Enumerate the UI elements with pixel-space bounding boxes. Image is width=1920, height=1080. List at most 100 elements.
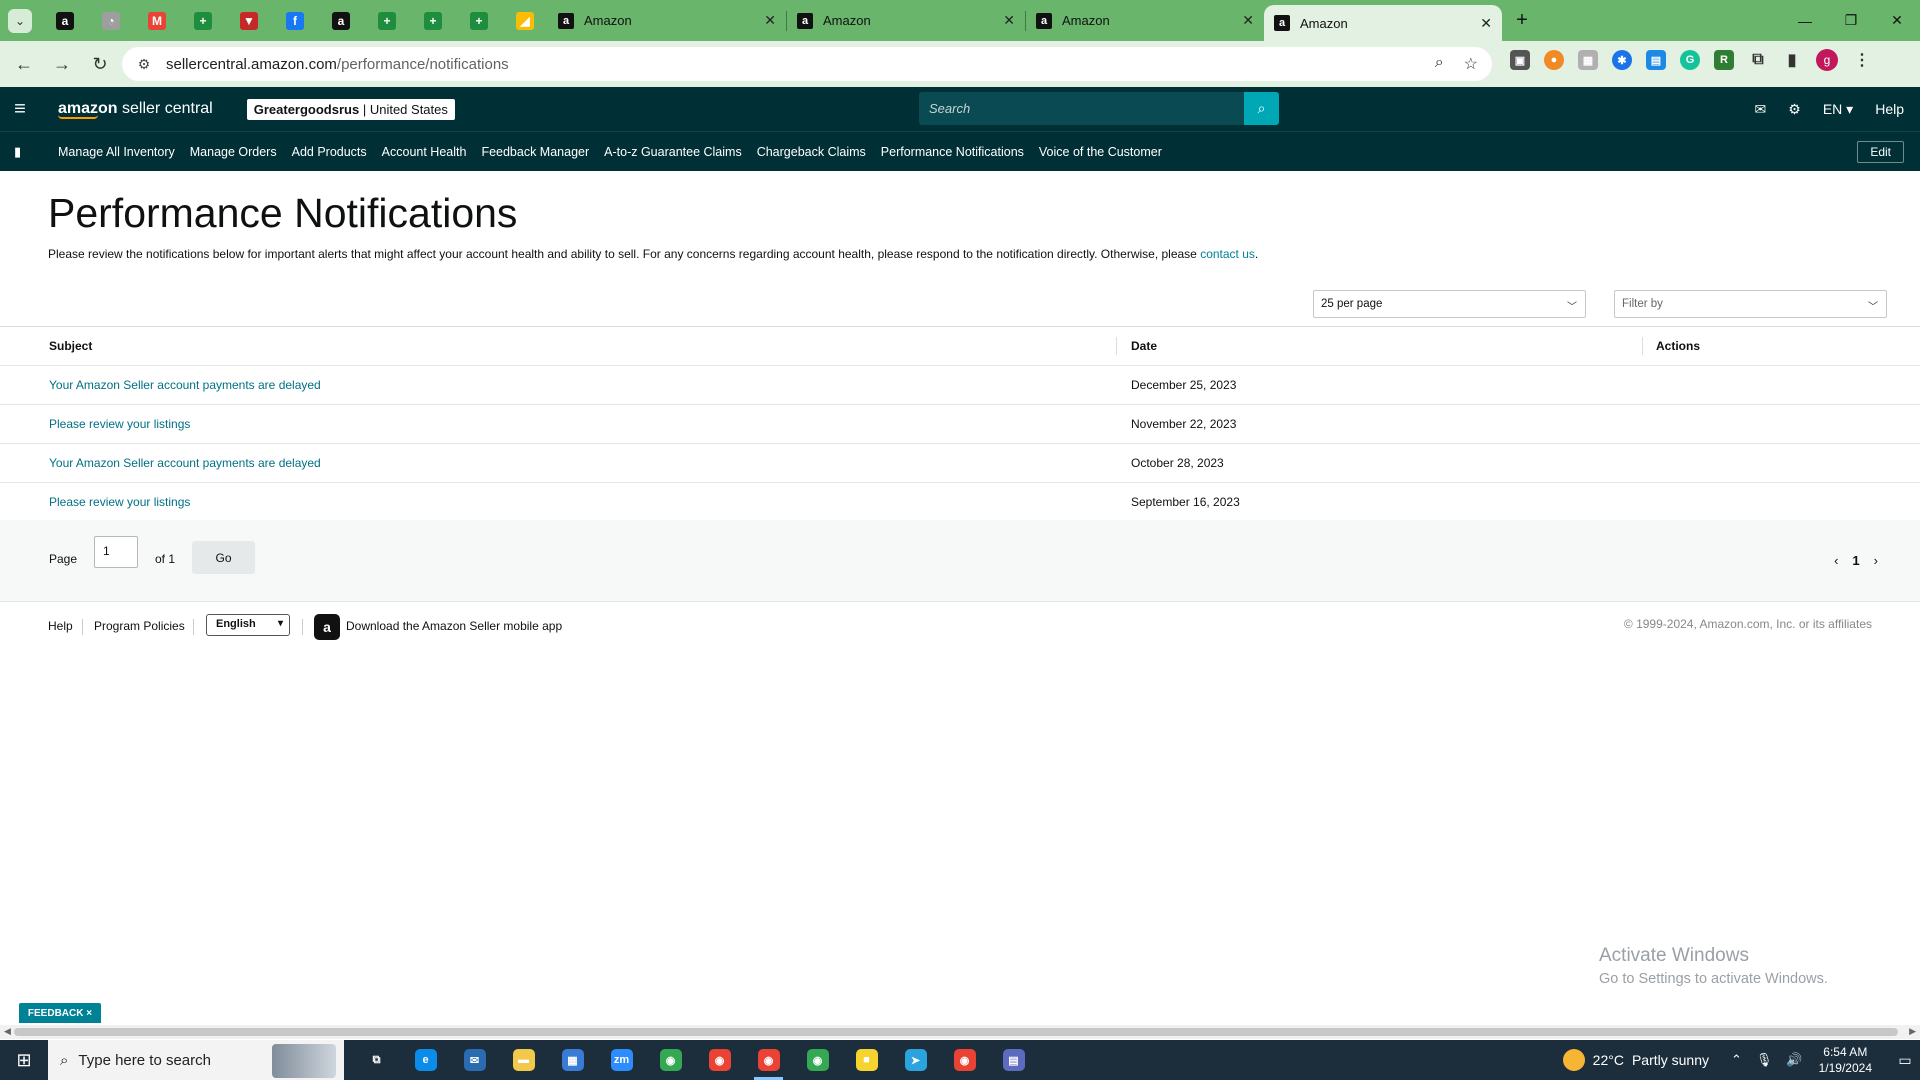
close-tab-icon[interactable]: ✕ <box>1242 12 1254 29</box>
taskbar-app[interactable]: ▤ <box>989 1040 1038 1080</box>
seller-search-input[interactable]: Search <box>919 92 1244 125</box>
scrollbar-thumb[interactable] <box>14 1028 1898 1036</box>
side-panel-icon[interactable]: ▮ <box>1782 50 1802 70</box>
scroll-right-icon[interactable]: ▶ <box>1909 1026 1916 1037</box>
footer-help-link[interactable]: Help <box>48 619 73 633</box>
edit-nav-button[interactable]: Edit <box>1857 141 1904 163</box>
browser-menu-icon[interactable]: ⋮ <box>1852 50 1872 70</box>
taskbar-app[interactable]: ◉ <box>744 1040 793 1080</box>
contact-us-link[interactable]: contact us <box>1200 247 1255 261</box>
browser-tab[interactable]: a Amazon ✕ <box>787 0 1025 41</box>
profile-avatar[interactable]: g <box>1816 49 1838 71</box>
minimize-icon[interactable]: — <box>1782 0 1828 41</box>
taskbar-app[interactable]: ✉ <box>450 1040 499 1080</box>
extensions-puzzle-icon[interactable]: ⧉ <box>1748 50 1768 70</box>
nav-item[interactable]: Chargeback Claims <box>757 145 866 159</box>
grammarly-icon[interactable]: G <box>1680 50 1700 70</box>
browser-tab[interactable]: a Amazon ✕ <box>548 0 786 41</box>
pinned-tab[interactable]: M <box>134 0 180 41</box>
page-number-input[interactable]: 1 <box>94 536 138 568</box>
pinned-tab[interactable]: a <box>42 0 88 41</box>
taskbar-app[interactable]: e <box>401 1040 450 1080</box>
nav-item[interactable]: Voice of the Customer <box>1039 145 1162 159</box>
next-page-icon[interactable]: › <box>1874 553 1878 568</box>
feedback-button[interactable]: FEEDBACK × <box>19 1003 101 1023</box>
taskbar-app[interactable]: ◉ <box>940 1040 989 1080</box>
taskbar-app[interactable]: ➤ <box>891 1040 940 1080</box>
close-window-icon[interactable]: ✕ <box>1874 0 1920 41</box>
column-date[interactable]: Date <box>1131 339 1157 353</box>
gear-icon[interactable]: ⚙ <box>1788 101 1801 118</box>
browser-tab-active[interactable]: a Amazon ✕ <box>1264 5 1502 41</box>
extension-zm-icon[interactable]: ▤ <box>1646 50 1666 70</box>
taskbar-app[interactable]: zm <box>597 1040 646 1080</box>
footer-language-select[interactable]: English ▾ <box>206 614 290 636</box>
browser-tab[interactable]: a Amazon ✕ <box>1026 0 1264 41</box>
extension-grid-icon[interactable]: ▦ <box>1578 50 1598 70</box>
nav-item[interactable]: Manage Orders <box>190 145 277 159</box>
nav-item[interactable]: Account Health <box>382 145 467 159</box>
taskbar-app[interactable]: ■ <box>842 1040 891 1080</box>
nav-item[interactable]: Feedback Manager <box>481 145 589 159</box>
tab-search-icon[interactable]: ⌄ <box>8 8 32 33</box>
chevron-up-icon[interactable]: ⌃ <box>1731 1052 1742 1068</box>
program-policies-link[interactable]: Program Policies <box>94 619 185 633</box>
pinned-tab[interactable]: ▼ <box>226 0 272 41</box>
pinned-tab[interactable]: + <box>456 0 502 41</box>
extension-off-icon[interactable]: ▣ <box>1510 50 1530 70</box>
pinned-tab[interactable]: a <box>318 0 364 41</box>
notification-subject-link[interactable]: Your Amazon Seller account payments are … <box>49 456 321 470</box>
filter-select[interactable]: Filter by ﹀ <box>1614 290 1887 318</box>
weather-widget[interactable]: 22°C Partly sunny <box>1562 1049 1709 1071</box>
clock[interactable]: 6:54 AM 1/19/2024 <box>1819 1044 1872 1076</box>
close-tab-icon[interactable]: ✕ <box>1480 15 1492 32</box>
extension-orange-icon[interactable]: ● <box>1544 50 1564 70</box>
forward-icon[interactable]: → <box>46 48 78 80</box>
search-icon[interactable]: ⌕ <box>1244 92 1279 125</box>
taskbar-app[interactable]: ◉ <box>793 1040 842 1080</box>
taskbar-search[interactable]: ⌕ Type here to search <box>48 1040 344 1080</box>
restore-icon[interactable]: ❐ <box>1828 0 1874 41</box>
language-selector[interactable]: EN ▾ <box>1823 101 1853 118</box>
store-switcher[interactable]: Greatergoodsrus | United States <box>246 98 455 120</box>
nav-item[interactable]: Add Products <box>292 145 367 159</box>
per-page-select[interactable]: 25 per page ﹀ <box>1313 290 1586 318</box>
taskbar-app[interactable]: ▦ <box>548 1040 597 1080</box>
nav-item[interactable]: A-to-z Guarantee Claims <box>604 145 742 159</box>
extension-rs-icon[interactable]: R <box>1714 50 1734 70</box>
current-page[interactable]: 1 <box>1852 553 1859 568</box>
address-bar[interactable]: ⚙ sellercentral.amazon.com/performance/n… <box>122 47 1492 81</box>
pinned-tab[interactable]: + <box>364 0 410 41</box>
microphone-icon[interactable]: 🎙 <box>1756 1052 1773 1068</box>
pinned-tab[interactable]: f <box>272 0 318 41</box>
pinned-tab[interactable]: ◔ <box>88 0 134 41</box>
reload-icon[interactable]: ↻ <box>84 48 116 80</box>
close-tab-icon[interactable]: ✕ <box>764 12 776 29</box>
taskbar-app[interactable]: ◉ <box>646 1040 695 1080</box>
notification-subject-link[interactable]: Please review your listings <box>49 417 190 431</box>
taskbar-app[interactable]: ⧉ <box>352 1040 401 1080</box>
notifications-icon[interactable]: ▭ <box>1890 1040 1920 1080</box>
column-subject[interactable]: Subject <box>49 339 92 353</box>
speaker-icon[interactable]: 🔊 <box>1786 1052 1802 1068</box>
taskbar-app[interactable]: ▬ <box>499 1040 548 1080</box>
pinned-tab[interactable]: + <box>410 0 456 41</box>
notification-subject-link[interactable]: Your Amazon Seller account payments are … <box>49 378 321 392</box>
back-icon[interactable]: ← <box>8 48 40 80</box>
amazon-app-icon[interactable]: a <box>314 614 340 640</box>
site-info-icon[interactable]: ⚙ <box>132 56 156 73</box>
taskbar-app[interactable]: ◉ <box>695 1040 744 1080</box>
nav-item[interactable]: Manage All Inventory <box>58 145 175 159</box>
go-button[interactable]: Go <box>192 541 255 574</box>
notification-subject-link[interactable]: Please review your listings <box>49 495 190 509</box>
seller-central-logo[interactable]: amazon seller central <box>58 100 213 119</box>
extension-blue-icon[interactable]: ✱ <box>1612 50 1632 70</box>
close-tab-icon[interactable]: ✕ <box>1003 12 1015 29</box>
url-text[interactable]: sellercentral.amazon.com/performance/not… <box>166 56 509 73</box>
previous-page-icon[interactable]: ‹ <box>1834 553 1838 568</box>
horizontal-scrollbar[interactable]: ◀ ▶ <box>0 1025 1920 1039</box>
download-app-link[interactable]: Download the Amazon Seller mobile app <box>346 619 562 633</box>
nav-item[interactable]: Performance Notifications <box>881 145 1024 159</box>
hamburger-menu-icon[interactable]: ≡ <box>0 98 40 121</box>
pinned-tab[interactable]: ◢ <box>502 0 548 41</box>
